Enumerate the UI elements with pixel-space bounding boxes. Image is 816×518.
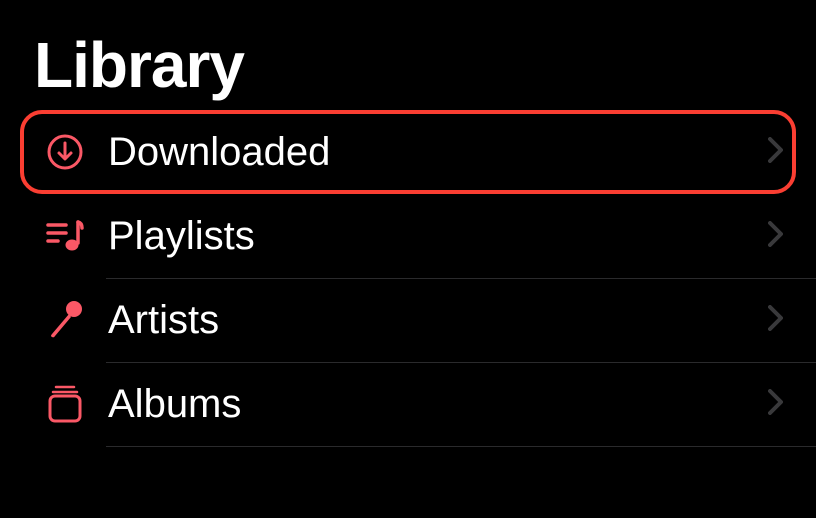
list-item-downloaded[interactable]: Downloaded xyxy=(20,110,796,194)
chevron-right-icon xyxy=(768,305,784,336)
list-item-label: Albums xyxy=(108,382,768,427)
list-item-playlists[interactable]: Playlists xyxy=(20,194,796,278)
chevron-right-icon xyxy=(768,389,784,420)
chevron-right-icon xyxy=(768,137,784,168)
chevron-right-icon xyxy=(768,221,784,252)
list-item-label: Downloaded xyxy=(108,130,768,175)
microphone-icon xyxy=(44,299,86,341)
list-item-label: Playlists xyxy=(108,214,768,259)
albums-icon xyxy=(44,383,86,425)
download-icon xyxy=(44,131,86,173)
playlist-icon xyxy=(44,215,86,257)
list-item-label: Artists xyxy=(108,298,768,343)
list-item-albums[interactable]: Albums xyxy=(20,362,796,446)
list-item-artists[interactable]: Artists xyxy=(20,278,796,362)
page-title: Library xyxy=(0,0,816,110)
divider xyxy=(106,446,816,447)
library-list: Downloaded Playlists xyxy=(0,110,816,446)
